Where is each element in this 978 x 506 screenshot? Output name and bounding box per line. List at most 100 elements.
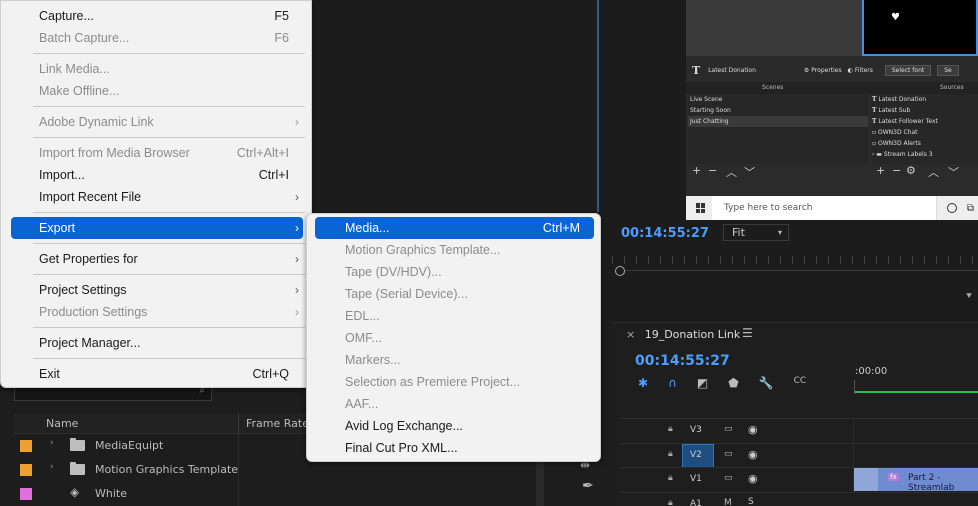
chevron-right-icon: › (295, 283, 299, 297)
minus-icon: − (892, 164, 902, 177)
menu-item-aaf[interactable]: AAF... (315, 393, 594, 415)
menu-item-batch-capture[interactable]: Batch Capture... F6 (1, 27, 313, 49)
menu-item-adobe-dynamic-link[interactable]: Adobe Dynamic Link › (1, 111, 313, 133)
menu-item-export[interactable]: Export › (11, 217, 303, 239)
menu-item-exit[interactable]: Exit Ctrl+Q (1, 363, 313, 385)
track-v3: 🔒︎ V3 ▭ ◉ (620, 418, 978, 443)
obs-se: Se (937, 64, 959, 76)
cortana-icon (946, 203, 957, 213)
menu-item-motion-graphics-template[interactable]: Motion Graphics Template... (315, 239, 594, 261)
file-menu: Capture... F5 Batch Capture... F6 Link M… (0, 0, 312, 388)
menu-item-omf[interactable]: OMF... (315, 327, 594, 349)
obs-scenes-header: Scenes (762, 84, 784, 91)
sequence-tab[interactable]: × 19_Donation Link (626, 328, 740, 341)
menu-item-get-properties[interactable]: Get Properties for › (1, 248, 313, 270)
col-frame-rate[interactable]: Frame Rate (246, 417, 309, 430)
menu-item-selection-premiere-project[interactable]: Selection as Premiere Project... (315, 371, 594, 393)
obs-source-item: ▫ OWN3D Alerts (872, 140, 921, 147)
fit-dropdown[interactable]: Fit ▾ (723, 224, 789, 241)
menu-item-final-cut-pro-xml[interactable]: Final Cut Pro XML... (315, 437, 594, 459)
scrub-track[interactable] (620, 270, 978, 271)
gear-icon: ⚙ (906, 164, 916, 177)
menu-item-markers[interactable]: Markers... (315, 349, 594, 371)
menu-item-capture[interactable]: Capture... F5 (1, 5, 313, 27)
obs-source-item: ▫ OWN3D Chat (872, 129, 918, 136)
menu-item-project-manager[interactable]: Project Manager... (1, 332, 313, 354)
fx-badge-icon: fx (888, 473, 899, 481)
ruler-timecode: :00:00 (855, 366, 888, 377)
menu-item-production-settings[interactable]: Production Settings › (1, 301, 313, 323)
minus-icon: − (708, 164, 718, 177)
plus-icon: + (876, 164, 886, 177)
menu-item-import[interactable]: Import... Ctrl+I (1, 164, 313, 186)
film-icon[interactable]: ▭ (724, 449, 733, 459)
obs-scene-item: Live Scene (690, 96, 723, 103)
label-color-swatch[interactable] (20, 488, 32, 500)
panel-menu-icon[interactable]: ☰ (742, 326, 753, 340)
film-icon[interactable]: ▭ (724, 473, 733, 483)
filters-icon: ◐ (847, 66, 853, 74)
menu-item-link-media[interactable]: Link Media... (1, 58, 313, 80)
chevron-up-icon: ︿ (928, 166, 939, 179)
obs-filters: Filters (854, 66, 873, 74)
obs-properties: Properties (811, 66, 842, 74)
menu-item-import-media-browser[interactable]: Import from Media Browser Ctrl+Alt+I (1, 142, 313, 164)
pen-tool-icon[interactable]: ✒ (582, 478, 594, 494)
obs-preview-left (686, 0, 862, 56)
menu-item-tape-serial[interactable]: Tape (Serial Device)... (315, 283, 594, 305)
menu-item-import-recent-file[interactable]: Import Recent File › (1, 186, 313, 208)
col-name[interactable]: Name (46, 417, 78, 430)
program-timecode[interactable]: 00:14:55:27 (621, 226, 709, 241)
eye-icon[interactable]: ◉ (748, 423, 758, 436)
mute-icon[interactable]: M (724, 498, 732, 506)
chevron-right-icon: › (295, 252, 299, 266)
menu-item-export-media[interactable]: Media... Ctrl+M (315, 217, 594, 239)
linked-selection-icon[interactable]: ◩ (697, 376, 708, 392)
chevron-right-icon[interactable]: › (50, 438, 54, 448)
timeline-tools: ✱ ∩ ◩ ⬟ 🔧 CC (638, 376, 838, 392)
chevron-right-icon[interactable]: › (50, 462, 54, 472)
menu-separator (33, 53, 305, 54)
wrench-icon[interactable]: 🔧 (759, 376, 774, 392)
solo-icon[interactable]: S (748, 497, 754, 506)
nest-icon[interactable]: ✱ (638, 376, 648, 392)
snap-icon[interactable]: ∩ (668, 376, 677, 392)
obs-sources-list: T Latest Donation T Latest Sub T Latest … (872, 94, 978, 164)
label-color-swatch[interactable] (20, 440, 32, 452)
obs-sources-header: Sources (940, 84, 964, 91)
project-row[interactable]: ◈ White (14, 482, 548, 506)
menu-item-tape-dv-hdv[interactable]: Tape (DV/HDV)... (315, 261, 594, 283)
windows-icon (696, 203, 706, 213)
menu-separator (33, 274, 305, 275)
playhead-knob[interactable] (615, 266, 625, 276)
menu-separator (33, 358, 305, 359)
lock-icon[interactable]: 🔒︎ (668, 473, 673, 483)
film-icon[interactable]: ▭ (724, 424, 733, 434)
obs-source-item: T Latest Sub (872, 107, 911, 114)
menu-separator (33, 243, 305, 244)
plus-icon: + (692, 164, 702, 177)
eye-icon[interactable]: ◉ (748, 472, 758, 485)
obs-scene-item: Just Chatting (688, 116, 868, 127)
lock-icon[interactable]: 🔒︎ (668, 498, 673, 506)
eye-icon[interactable]: ◉ (748, 448, 758, 461)
timeline-timecode[interactable]: 00:14:55:27 (635, 353, 730, 369)
obs-source-toolbar: T Latest Donation ⚙ Properties ◐ Filters… (686, 60, 978, 80)
chevron-right-icon: › (295, 115, 299, 129)
menu-item-make-offline[interactable]: Make Offline... (1, 80, 313, 102)
marker-icon[interactable]: ⬟ (728, 376, 738, 392)
captions-icon[interactable]: CC (794, 376, 807, 392)
lock-icon[interactable]: 🔒︎ (668, 449, 673, 459)
heart-icon: ♥ (891, 12, 900, 23)
menu-item-avid-log-exchange[interactable]: Avid Log Exchange... (315, 415, 594, 437)
menu-separator (33, 137, 305, 138)
out-marker-icon: ⯆ (965, 291, 973, 302)
obs-dock-controls: + − ︿ ﹀ + − ⚙ ︿ ﹀ (688, 164, 978, 182)
menu-item-edl[interactable]: EDL... (315, 305, 594, 327)
lock-icon[interactable]: 🔒︎ (668, 424, 673, 434)
label-color-swatch[interactable] (20, 464, 32, 476)
obs-select-font: Select font (884, 64, 932, 76)
close-icon[interactable]: × (626, 328, 635, 341)
text-source-icon: T (692, 63, 701, 77)
menu-item-project-settings[interactable]: Project Settings › (1, 279, 313, 301)
